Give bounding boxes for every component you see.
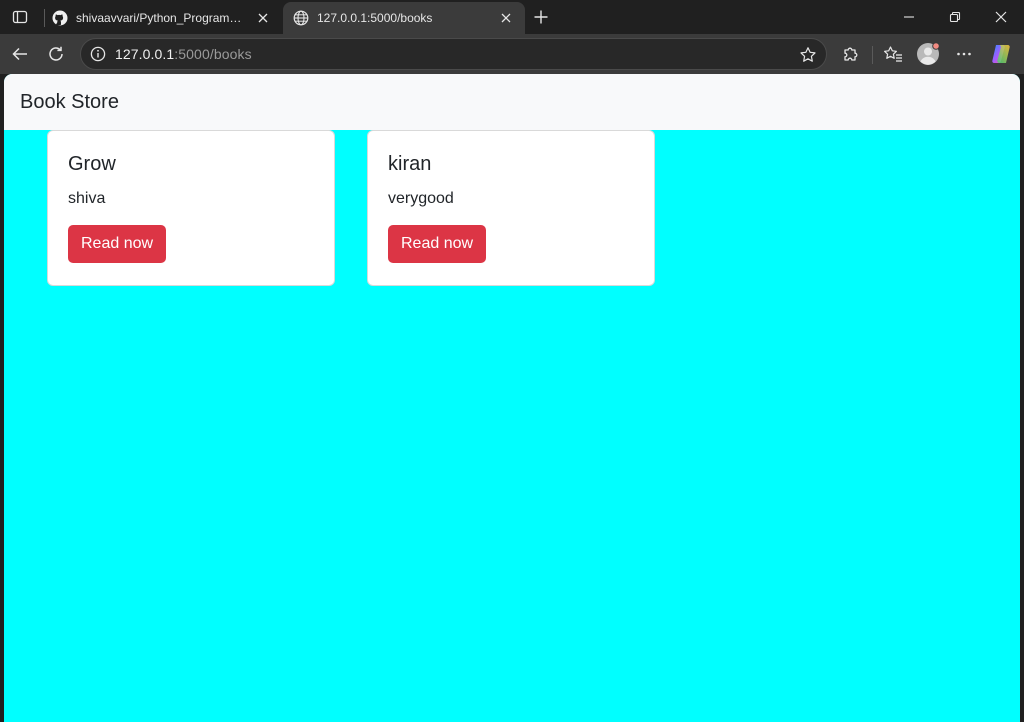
browser-toolbar: 127.0.0.1:5000/books — [0, 34, 1024, 74]
site-info-icon[interactable] — [89, 45, 107, 63]
read-now-button[interactable]: Read now — [388, 225, 487, 263]
close-icon[interactable] — [254, 9, 272, 27]
navbar-brand[interactable]: Book Store — [20, 91, 119, 114]
book-title: kiran — [388, 153, 432, 175]
copilot-button[interactable] — [986, 39, 1016, 69]
avatar — [917, 42, 940, 65]
favorites-button[interactable] — [878, 39, 908, 69]
url-host: 127.0.0.1 — [115, 46, 175, 62]
close-icon[interactable] — [497, 9, 515, 27]
tab-title: shivaavvari/Python_Programming — [76, 11, 248, 25]
toolbar-separator — [872, 46, 873, 64]
window-close-button[interactable] — [978, 0, 1024, 34]
tab-actions-button[interactable] — [6, 4, 34, 30]
profile-button[interactable] — [913, 39, 943, 69]
restore-button[interactable] — [932, 0, 978, 34]
book-card: kiran verygood Read now — [367, 130, 655, 286]
address-url: 127.0.0.1:5000/books — [115, 46, 252, 62]
favorite-star-icon[interactable] — [798, 45, 818, 65]
tab-books[interactable]: 127.0.0.1:5000/books — [283, 2, 525, 34]
tab-github[interactable]: shivaavvari/Python_Programming — [42, 2, 282, 34]
plus-icon — [534, 10, 548, 24]
book-description: verygood — [388, 190, 454, 207]
url-path: :5000/books — [174, 46, 252, 62]
navbar: Book Store — [4, 74, 1020, 130]
new-tab-button[interactable] — [528, 4, 554, 30]
favorites-icon — [884, 46, 902, 62]
more-dots-icon — [957, 52, 971, 56]
refresh-icon — [49, 46, 63, 61]
read-now-button[interactable]: Read now — [68, 225, 167, 263]
refresh-button[interactable] — [41, 39, 71, 69]
page-viewport: Book Store Grow shiva Read now kiran ver… — [4, 74, 1020, 722]
minimize-icon — [904, 16, 914, 18]
globe-icon — [293, 10, 309, 26]
settings-more-button[interactable] — [949, 39, 979, 69]
book-card: Grow shiva Read now — [47, 130, 335, 286]
minimize-button[interactable] — [886, 0, 932, 34]
address-bar[interactable]: 127.0.0.1:5000/books — [80, 38, 827, 70]
back-button[interactable] — [5, 39, 35, 69]
github-icon — [52, 10, 68, 26]
arrow-left-icon — [12, 47, 27, 61]
tab-title: 127.0.0.1:5000/books — [317, 11, 433, 25]
restore-icon — [949, 11, 961, 23]
browser-title-bar: shivaavvari/Python_Programming 127.0.0.1… — [0, 0, 1024, 34]
book-description: shiva — [68, 190, 106, 207]
tab-actions-icon — [12, 10, 28, 24]
copilot-icon — [992, 45, 1010, 63]
book-title: Grow — [68, 153, 116, 175]
close-icon — [995, 11, 1007, 23]
puzzle-icon — [844, 47, 858, 61]
extensions-button[interactable] — [836, 39, 866, 69]
